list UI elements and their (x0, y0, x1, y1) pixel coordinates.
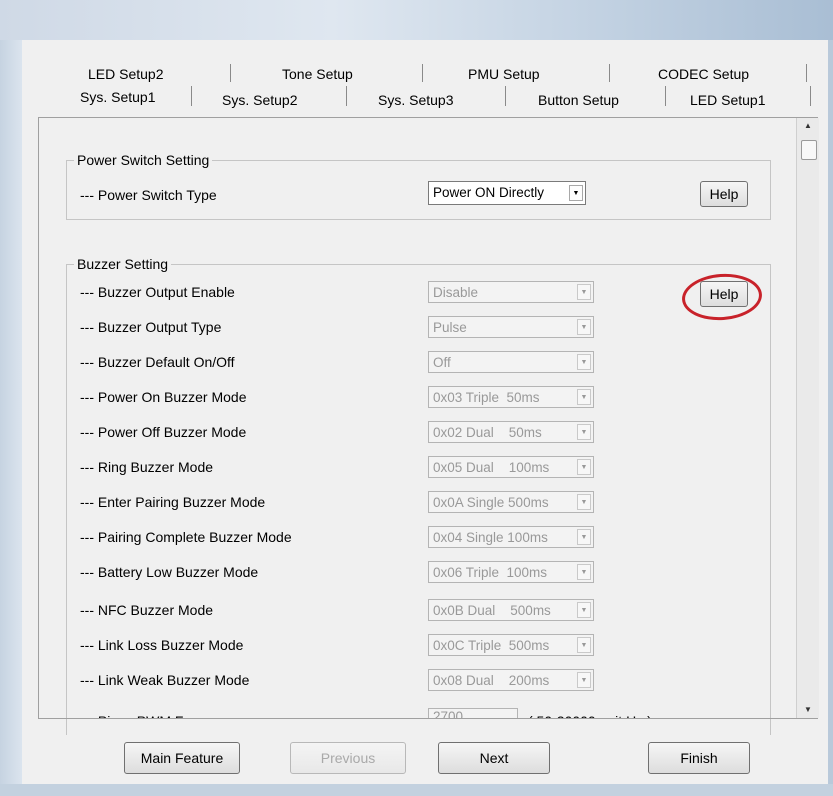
buzzer-row-label: --- Buzzer Output Enable (80, 284, 235, 300)
power-switch-help-button[interactable]: Help (700, 181, 748, 207)
buzzer-row-label: --- Buzzer Default On/Off (80, 354, 235, 370)
help-button-label: Help (709, 186, 739, 202)
chevron-down-icon[interactable]: ▼ (577, 637, 591, 653)
tab-codec-setup[interactable]: CODEC Setup (658, 66, 749, 82)
buzzer-row-label: --- Ring Buzzer Mode (80, 459, 214, 475)
chevron-down-icon[interactable]: ▼ (577, 459, 591, 475)
tab-button-setup[interactable]: Button Setup (538, 92, 619, 108)
buzzer-row-label: --- Link Loss Buzzer Mode (80, 637, 244, 653)
tab-divider (665, 86, 666, 106)
next-label: Next (479, 750, 509, 766)
buzzer-row-select[interactable]: 0x05 Dual 100ms ▼ (428, 456, 594, 478)
chevron-down-icon[interactable]: ▼ (577, 672, 591, 688)
buzzer-row-value: 0x0C Triple 500ms (433, 638, 550, 653)
chevron-down-icon[interactable]: ▼ (577, 494, 591, 510)
tab-sys-setup3[interactable]: Sys. Setup3 (378, 92, 454, 108)
scroll-down-icon[interactable]: ▼ (797, 702, 819, 718)
chevron-down-icon[interactable]: ▼ (569, 185, 583, 201)
window-frame-left (0, 40, 22, 796)
window-frame-right (828, 40, 833, 796)
buzzer-row-value: Pulse (433, 320, 467, 335)
buzzer-row-select[interactable]: 0x0C Triple 500ms ▼ (428, 634, 594, 656)
previous-button[interactable]: Previous (290, 742, 406, 774)
power-switch-type-select[interactable]: Power ON Directly ▼ (428, 181, 586, 205)
chevron-down-icon[interactable]: ▼ (577, 564, 591, 580)
tab-divider (505, 86, 506, 106)
buzzer-row-select[interactable]: 0x02 Dual 50ms ▼ (428, 421, 594, 443)
chevron-down-icon[interactable]: ▼ (577, 602, 591, 618)
buzzer-row-value: Off (433, 355, 451, 370)
buzzer-row-value: 0x03 Triple 50ms (433, 390, 540, 405)
tab-divider (346, 86, 347, 106)
window-title-bar (0, 0, 833, 40)
buzzer-row-select[interactable]: 0x03 Triple 50ms ▼ (428, 386, 594, 408)
chevron-down-icon[interactable]: ▼ (577, 319, 591, 335)
buzzer-group-title: Buzzer Setting (74, 256, 172, 272)
finish-label: Finish (680, 750, 718, 766)
tab-divider (609, 64, 610, 82)
tab-led-setup1[interactable]: LED Setup1 (690, 92, 766, 108)
buzzer-row-select[interactable]: 0x0B Dual 500ms ▼ (428, 599, 594, 621)
finish-button[interactable]: Finish (648, 742, 750, 774)
scrollbar-thumb[interactable] (801, 140, 817, 160)
buzzer-row-label: --- Buzzer Output Type (80, 319, 222, 335)
buzzer-row-select[interactable]: 0x0A Single 500ms ▼ (428, 491, 594, 513)
tab-divider (230, 64, 231, 82)
buzzer-row-select[interactable]: Pulse ▼ (428, 316, 594, 338)
tab-divider (422, 64, 423, 82)
previous-label: Previous (320, 750, 376, 766)
vertical-scrollbar[interactable]: ▲ ▼ (796, 118, 819, 718)
scroll-area-bottom-border (38, 718, 818, 719)
tab-tone-setup[interactable]: Tone Setup (282, 66, 353, 82)
chevron-down-icon[interactable]: ▼ (577, 284, 591, 300)
buzzer-row-select[interactable]: Disable ▼ (428, 281, 594, 303)
buzzer-row-value: 0x02 Dual 50ms (433, 425, 542, 440)
buzzer-row-label: --- NFC Buzzer Mode (80, 602, 214, 618)
scroll-up-icon[interactable]: ▲ (797, 118, 819, 134)
power-switch-group-title: Power Switch Setting (74, 152, 213, 168)
tab-divider (806, 64, 807, 82)
buzzer-row-select[interactable]: 0x08 Dual 200ms ▼ (428, 669, 594, 691)
buzzer-row-value: 0x05 Dual 100ms (433, 460, 550, 475)
chevron-down-icon[interactable]: ▼ (577, 389, 591, 405)
chevron-down-icon[interactable]: ▼ (577, 354, 591, 370)
buzzer-row-value: 0x04 Single 100ms (433, 530, 548, 545)
next-button[interactable]: Next (438, 742, 550, 774)
tab-sys-setup1[interactable]: Sys. Setup1 (80, 89, 156, 105)
chevron-down-icon[interactable]: ▼ (577, 529, 591, 545)
tab-divider (191, 86, 192, 106)
window-frame-bottom (0, 784, 833, 796)
buzzer-row-label: --- Power Off Buzzer Mode (80, 424, 247, 440)
buzzer-row-label: --- Link Weak Buzzer Mode (80, 672, 250, 688)
tab-sys-setup2[interactable]: Sys. Setup2 (222, 92, 298, 108)
power-switch-type-label: --- Power Switch Type (80, 187, 217, 203)
buzzer-row-value: 0x06 Triple 100ms (433, 565, 548, 580)
buzzer-row-value: 0x0B Dual 500ms (433, 603, 551, 618)
main-feature-label: Main Feature (140, 750, 224, 766)
buzzer-row-label: --- Power On Buzzer Mode (80, 389, 247, 405)
buzzer-row-value: Disable (433, 285, 479, 300)
chevron-down-icon[interactable]: ▼ (577, 424, 591, 440)
buzzer-row-select[interactable]: 0x04 Single 100ms ▼ (428, 526, 594, 548)
buzzer-row-label: --- Enter Pairing Buzzer Mode (80, 494, 266, 510)
buzzer-row-value: 0x0A Single 500ms (433, 495, 549, 510)
buzzer-row-label: --- Pairing Complete Buzzer Mode (80, 529, 292, 545)
tab-led-setup2[interactable]: LED Setup2 (88, 66, 164, 82)
tab-divider (810, 86, 811, 106)
tab-pmu-setup[interactable]: PMU Setup (468, 66, 540, 82)
main-feature-button[interactable]: Main Feature (124, 742, 240, 774)
buzzer-row-select[interactable]: 0x06 Triple 100ms ▼ (428, 561, 594, 583)
buzzer-row-value: 0x08 Dual 200ms (433, 673, 550, 688)
buzzer-row-select[interactable]: Off ▼ (428, 351, 594, 373)
buzzer-row-label: --- Battery Low Buzzer Mode (80, 564, 259, 580)
power-switch-type-value: Power ON Directly (433, 185, 545, 200)
